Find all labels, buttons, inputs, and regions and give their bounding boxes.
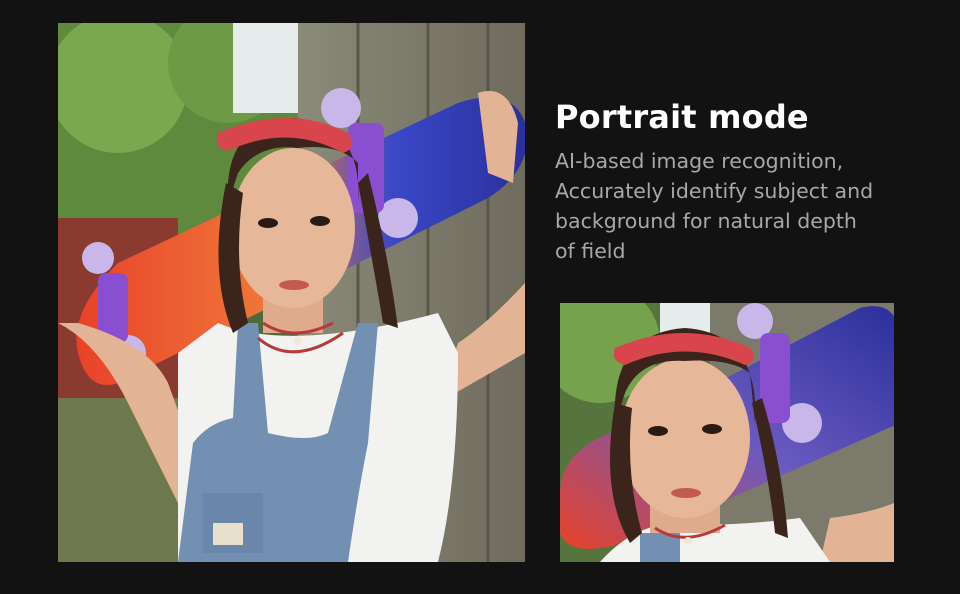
feature-description-line: AI-based image recognition,: [555, 149, 844, 173]
portrait-photo-crop: [560, 303, 894, 562]
feature-description-line: of field: [555, 239, 626, 263]
feature-description: AI-based image recognition, Accurately i…: [555, 146, 905, 266]
feature-title: Portrait mode: [555, 98, 809, 136]
feature-description-line: Accurately identify subject and: [555, 179, 874, 203]
feature-description-line: background for natural depth: [555, 209, 857, 233]
portrait-photo-full: [58, 23, 525, 562]
